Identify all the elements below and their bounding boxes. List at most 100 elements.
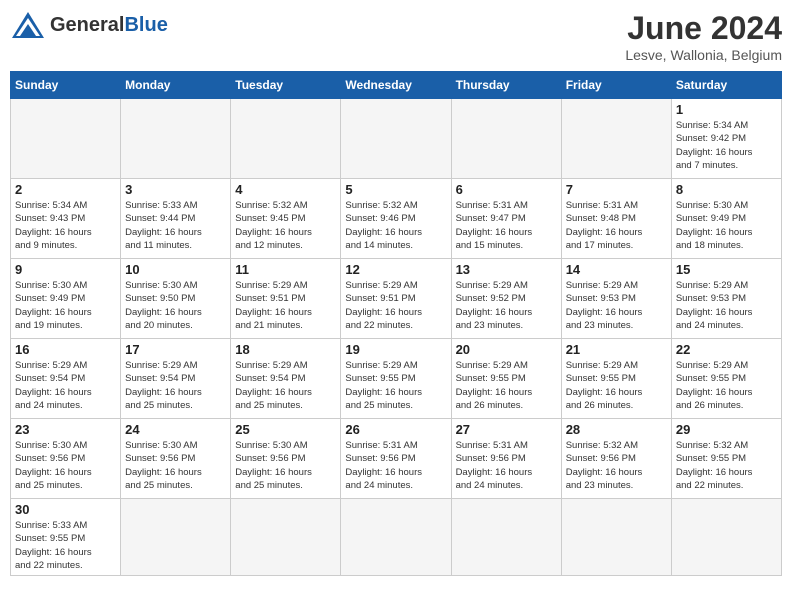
calendar-cell — [561, 499, 671, 576]
day-header-sunday: Sunday — [11, 72, 121, 99]
calendar-cell — [231, 499, 341, 576]
calendar-cell: 24 Sunrise: 5:30 AM Sunset: 9:56 PM Dayli… — [121, 419, 231, 499]
calendar-cell — [451, 99, 561, 179]
day-number: 18 — [235, 342, 336, 357]
day-header-saturday: Saturday — [671, 72, 781, 99]
calendar-cell: 19 Sunrise: 5:29 AM Sunset: 9:55 PM Dayli… — [341, 339, 451, 419]
calendar-cell: 28 Sunrise: 5:32 AM Sunset: 9:56 PM Dayli… — [561, 419, 671, 499]
day-number: 12 — [345, 262, 446, 277]
day-number: 24 — [125, 422, 226, 437]
day-number: 26 — [345, 422, 446, 437]
day-info: Sunrise: 5:31 AM Sunset: 9:56 PM Dayligh… — [456, 439, 557, 492]
day-info: Sunrise: 5:30 AM Sunset: 9:56 PM Dayligh… — [15, 439, 116, 492]
calendar-cell: 11 Sunrise: 5:29 AM Sunset: 9:51 PM Dayli… — [231, 259, 341, 339]
day-info: Sunrise: 5:29 AM Sunset: 9:55 PM Dayligh… — [345, 359, 446, 412]
title-area: June 2024 Lesve, Wallonia, Belgium — [625, 10, 782, 63]
day-header-monday: Monday — [121, 72, 231, 99]
day-number: 10 — [125, 262, 226, 277]
day-number: 20 — [456, 342, 557, 357]
day-number: 14 — [566, 262, 667, 277]
calendar-cell: 18Sunrise: 5:29 AM Sunset: 9:54 PM Dayli… — [231, 339, 341, 419]
day-info: Sunrise: 5:29 AM Sunset: 9:55 PM Dayligh… — [456, 359, 557, 412]
calendar-cell — [121, 99, 231, 179]
calendar-cell — [121, 499, 231, 576]
day-info: Sunrise: 5:30 AM Sunset: 9:49 PM Dayligh… — [676, 199, 777, 252]
day-number: 5 — [345, 182, 446, 197]
calendar-cell — [341, 99, 451, 179]
day-info: Sunrise: 5:29 AM Sunset: 9:55 PM Dayligh… — [566, 359, 667, 412]
day-number: 19 — [345, 342, 446, 357]
day-info: Sunrise: 5:33 AM Sunset: 9:55 PM Dayligh… — [15, 519, 116, 572]
logo-text: GeneralBlue — [50, 15, 168, 36]
calendar-cell: 20 Sunrise: 5:29 AM Sunset: 9:55 PM Dayli… — [451, 339, 561, 419]
calendar-cell — [561, 99, 671, 179]
day-number: 15 — [676, 262, 777, 277]
calendar-cell — [671, 499, 781, 576]
calendar-cell: 17 Sunrise: 5:29 AM Sunset: 9:54 PM Dayli… — [121, 339, 231, 419]
calendar-cell: 16 Sunrise: 5:29 AM Sunset: 9:54 PM Dayli… — [11, 339, 121, 419]
day-number: 29 — [676, 422, 777, 437]
day-info: Sunrise: 5:29 AM Sunset: 9:52 PM Dayligh… — [456, 279, 557, 332]
day-header-thursday: Thursday — [451, 72, 561, 99]
day-info: Sunrise: 5:34 AM Sunset: 9:43 PM Dayligh… — [15, 199, 116, 252]
calendar-cell: 8 Sunrise: 5:30 AM Sunset: 9:49 PM Daylig… — [671, 179, 781, 259]
calendar-cell: 3 Sunrise: 5:33 AM Sunset: 9:44 PM Daylig… — [121, 179, 231, 259]
day-number: 3 — [125, 182, 226, 197]
day-info: Sunrise: 5:30 AM Sunset: 9:50 PM Dayligh… — [125, 279, 226, 332]
calendar-cell: 29Sunrise: 5:32 AM Sunset: 9:55 PM Dayli… — [671, 419, 781, 499]
week-row-5: 30 Sunrise: 5:33 AM Sunset: 9:55 PM Dayli… — [11, 499, 782, 576]
day-info: Sunrise: 5:29 AM Sunset: 9:51 PM Dayligh… — [345, 279, 446, 332]
day-info: Sunrise: 5:30 AM Sunset: 9:56 PM Dayligh… — [235, 439, 336, 492]
day-number: 30 — [15, 502, 116, 517]
week-row-4: 23 Sunrise: 5:30 AM Sunset: 9:56 PM Dayli… — [11, 419, 782, 499]
calendar-cell: 15 Sunrise: 5:29 AM Sunset: 9:53 PM Dayli… — [671, 259, 781, 339]
calendar-cell: 9 Sunrise: 5:30 AM Sunset: 9:49 PM Daylig… — [11, 259, 121, 339]
day-number: 9 — [15, 262, 116, 277]
calendar-cell — [451, 499, 561, 576]
page-container: GeneralBlue June 2024 Lesve, Wallonia, B… — [10, 10, 782, 576]
day-number: 28 — [566, 422, 667, 437]
day-number: 23 — [15, 422, 116, 437]
calendar-cell: 25 Sunrise: 5:30 AM Sunset: 9:56 PM Dayli… — [231, 419, 341, 499]
day-info: Sunrise: 5:30 AM Sunset: 9:49 PM Dayligh… — [15, 279, 116, 332]
day-number: 8 — [676, 182, 777, 197]
calendar-cell — [231, 99, 341, 179]
day-info: Sunrise: 5:32 AM Sunset: 9:56 PM Dayligh… — [566, 439, 667, 492]
day-number: 16 — [15, 342, 116, 357]
day-number: 25 — [235, 422, 336, 437]
day-number: 4 — [235, 182, 336, 197]
day-info: Sunrise: 5:29 AM Sunset: 9:54 PM Dayligh… — [125, 359, 226, 412]
calendar-title: June 2024 — [625, 10, 782, 47]
logo: GeneralBlue — [10, 10, 168, 40]
day-header-tuesday: Tuesday — [231, 72, 341, 99]
calendar-cell: 4Sunrise: 5:32 AM Sunset: 9:45 PM Daylig… — [231, 179, 341, 259]
calendar-cell — [341, 499, 451, 576]
calendar-cell: 14 Sunrise: 5:29 AM Sunset: 9:53 PM Dayli… — [561, 259, 671, 339]
calendar-cell: 27Sunrise: 5:31 AM Sunset: 9:56 PM Dayli… — [451, 419, 561, 499]
day-number: 17 — [125, 342, 226, 357]
calendar-subtitle: Lesve, Wallonia, Belgium — [625, 47, 782, 63]
calendar-cell: 5 Sunrise: 5:32 AM Sunset: 9:46 PM Daylig… — [341, 179, 451, 259]
calendar-cell: 6Sunrise: 5:31 AM Sunset: 9:47 PM Daylig… — [451, 179, 561, 259]
day-number: 22 — [676, 342, 777, 357]
day-info: Sunrise: 5:29 AM Sunset: 9:53 PM Dayligh… — [566, 279, 667, 332]
calendar-cell — [11, 99, 121, 179]
calendar-table: SundayMondayTuesdayWednesdayThursdayFrid… — [10, 71, 782, 576]
day-info: Sunrise: 5:29 AM Sunset: 9:54 PM Dayligh… — [15, 359, 116, 412]
calendar-cell: 23 Sunrise: 5:30 AM Sunset: 9:56 PM Dayli… — [11, 419, 121, 499]
calendar-cell: 13Sunrise: 5:29 AM Sunset: 9:52 PM Dayli… — [451, 259, 561, 339]
day-info: Sunrise: 5:29 AM Sunset: 9:51 PM Dayligh… — [235, 279, 336, 332]
day-info: Sunrise: 5:29 AM Sunset: 9:53 PM Dayligh… — [676, 279, 777, 332]
day-header-wednesday: Wednesday — [341, 72, 451, 99]
day-number: 7 — [566, 182, 667, 197]
week-row-2: 9 Sunrise: 5:30 AM Sunset: 9:49 PM Daylig… — [11, 259, 782, 339]
week-row-0: 1Sunrise: 5:34 AM Sunset: 9:42 PM Daylig… — [11, 99, 782, 179]
calendar-cell: 7Sunrise: 5:31 AM Sunset: 9:48 PM Daylig… — [561, 179, 671, 259]
day-info: Sunrise: 5:33 AM Sunset: 9:44 PM Dayligh… — [125, 199, 226, 252]
day-info: Sunrise: 5:34 AM Sunset: 9:42 PM Dayligh… — [676, 119, 777, 172]
day-number: 11 — [235, 262, 336, 277]
day-info: Sunrise: 5:30 AM Sunset: 9:56 PM Dayligh… — [125, 439, 226, 492]
calendar-cell: 22Sunrise: 5:29 AM Sunset: 9:55 PM Dayli… — [671, 339, 781, 419]
day-info: Sunrise: 5:32 AM Sunset: 9:46 PM Dayligh… — [345, 199, 446, 252]
calendar-cell: 10 Sunrise: 5:30 AM Sunset: 9:50 PM Dayli… — [121, 259, 231, 339]
